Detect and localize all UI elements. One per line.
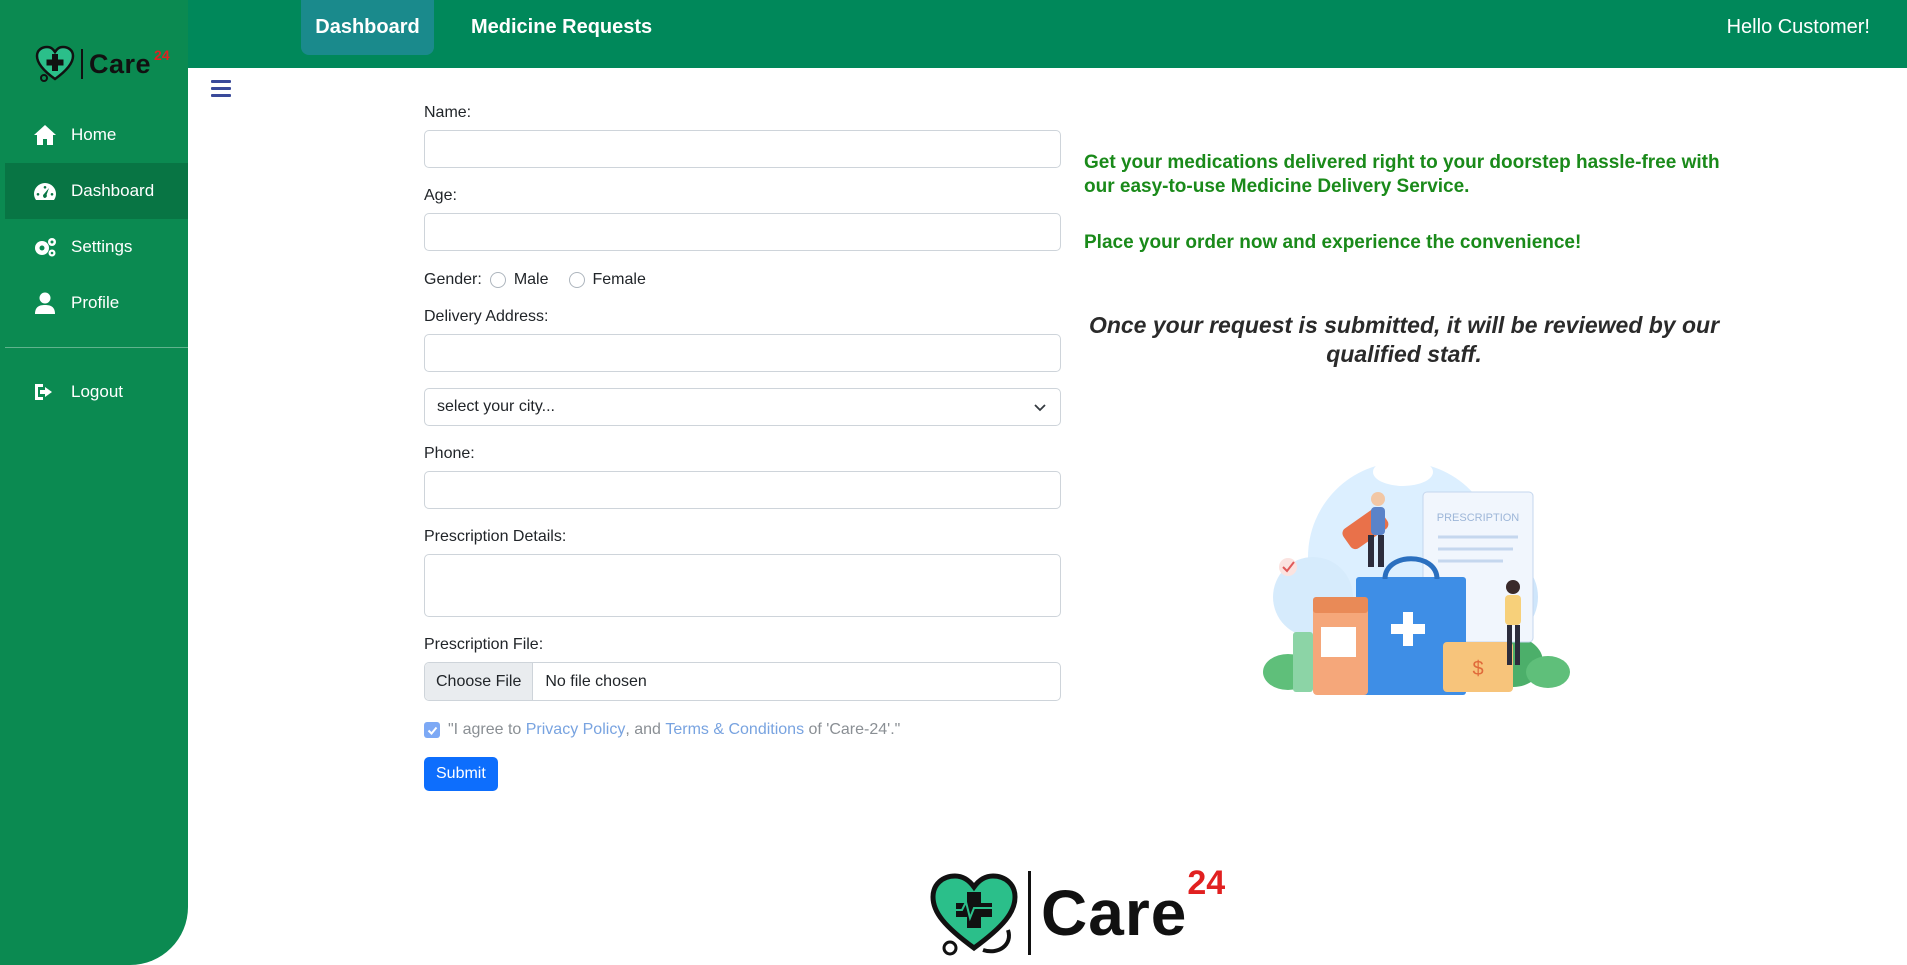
gender-group: Gender: Male Female	[424, 270, 1061, 290]
gender-male-radio[interactable]	[489, 272, 506, 288]
name-label: Name:	[424, 104, 472, 121]
logout-icon	[35, 384, 52, 400]
sidebar-item-home[interactable]: Home	[0, 107, 188, 163]
info-panel: Get your medications delivered right to …	[1084, 151, 1724, 255]
tab-dashboard[interactable]: Dashboard	[301, 0, 434, 55]
tab-medicine-requests[interactable]: Medicine Requests	[471, 0, 652, 55]
address-input[interactable]	[424, 334, 1061, 372]
medicine-request-form: Name: Age: Gender: Male Female Delivery …	[424, 104, 1061, 791]
gender-female-radio[interactable]	[568, 272, 585, 288]
heart-cross-logo-icon	[35, 45, 75, 82]
gender-male-label[interactable]: Male	[514, 271, 549, 289]
brand-separator	[81, 49, 83, 79]
brand-logo[interactable]: Care 24	[35, 45, 170, 83]
address-label: Delivery Address:	[424, 308, 549, 325]
prescription-file-label: Prescription File:	[424, 636, 544, 653]
gender-female-label[interactable]: Female	[593, 271, 646, 289]
sidebar-item-dashboard[interactable]: Dashboard	[5, 163, 188, 219]
sidebar-item-label: Logout	[71, 382, 123, 401]
delivery-promo-text: Get your medications delivered right to …	[1084, 152, 1720, 197]
file-status: No file chosen	[545, 672, 647, 690]
phone-input[interactable]	[424, 471, 1061, 509]
phone-label: Phone:	[424, 445, 475, 462]
brand-superscript: 24	[154, 47, 170, 63]
user-greeting[interactable]: Hello Customer!	[1727, 16, 1870, 39]
speedometer-icon	[34, 183, 56, 200]
sidebar-item-profile[interactable]: Profile	[0, 275, 188, 331]
review-note: Once your request is submitted, it will …	[1088, 312, 1720, 367]
sidebar-divider	[5, 347, 188, 348]
submit-button[interactable]: Submit	[424, 757, 498, 791]
brand-name: Care	[89, 48, 152, 79]
name-input[interactable]	[424, 130, 1061, 168]
sidebar: Care 24 Home Dashboard Settings Profile …	[0, 0, 188, 965]
footer-brand-separator	[1028, 871, 1031, 955]
gears-icon	[35, 238, 56, 257]
prescription-details-textarea[interactable]	[424, 554, 1061, 617]
age-input[interactable]	[424, 213, 1061, 251]
age-label: Age:	[424, 187, 457, 204]
sidebar-item-label: Settings	[71, 237, 133, 256]
agree-checkbox[interactable]	[424, 722, 440, 738]
choose-file-button[interactable]: Choose File	[425, 663, 534, 700]
order-cta-text: Place your order now and experience the …	[1084, 232, 1582, 253]
sidebar-item-settings[interactable]: Settings	[0, 219, 188, 275]
gender-label: Gender:	[424, 271, 482, 288]
sidebar-nav: Home Dashboard Settings Profile	[0, 107, 188, 331]
prescription-details-label: Prescription Details:	[424, 528, 567, 545]
privacy-policy-link[interactable]: Privacy Policy	[526, 721, 626, 739]
user-icon	[35, 292, 55, 314]
city-select[interactable]: select your city...	[424, 388, 1061, 426]
sidebar-item-logout[interactable]: Logout	[0, 364, 188, 420]
check-icon	[427, 726, 437, 735]
agree-mid: , and	[625, 721, 666, 738]
menu-toggle-icon[interactable]	[211, 80, 231, 98]
top-navbar: Dashboard Medicine Requests Hello Custom…	[188, 0, 1907, 68]
home-icon	[34, 125, 56, 145]
agree-suffix: of 'Care-24'."	[804, 721, 901, 738]
footer-brand-superscript: 24	[1187, 863, 1226, 902]
sidebar-item-label: Dashboard	[71, 181, 155, 200]
svg-text:$: $	[1472, 658, 1483, 680]
sidebar-item-label: Profile	[71, 293, 120, 312]
heart-cross-logo-icon	[930, 873, 1018, 956]
prescription-illustration-text: PRESCRIPTION	[1437, 512, 1520, 524]
sidebar-logout: Logout	[0, 364, 188, 420]
footer-brand-name: Care	[1041, 877, 1188, 949]
city-select-value: select your city...	[437, 398, 555, 415]
agree-prefix: "I agree to	[448, 721, 526, 738]
agree-row: "I agree to Privacy Policy , and Terms &…	[424, 721, 1061, 739]
footer-brand-logo: Care 24	[928, 864, 1225, 956]
terms-conditions-link[interactable]: Terms & Conditions	[665, 721, 804, 739]
medicine-delivery-illustration: PRESCRIPTION $	[1263, 458, 1570, 695]
prescription-file-input[interactable]: Choose File No file chosen	[424, 662, 1061, 701]
sidebar-item-label: Home	[71, 125, 117, 144]
chevron-down-icon	[1034, 404, 1046, 412]
